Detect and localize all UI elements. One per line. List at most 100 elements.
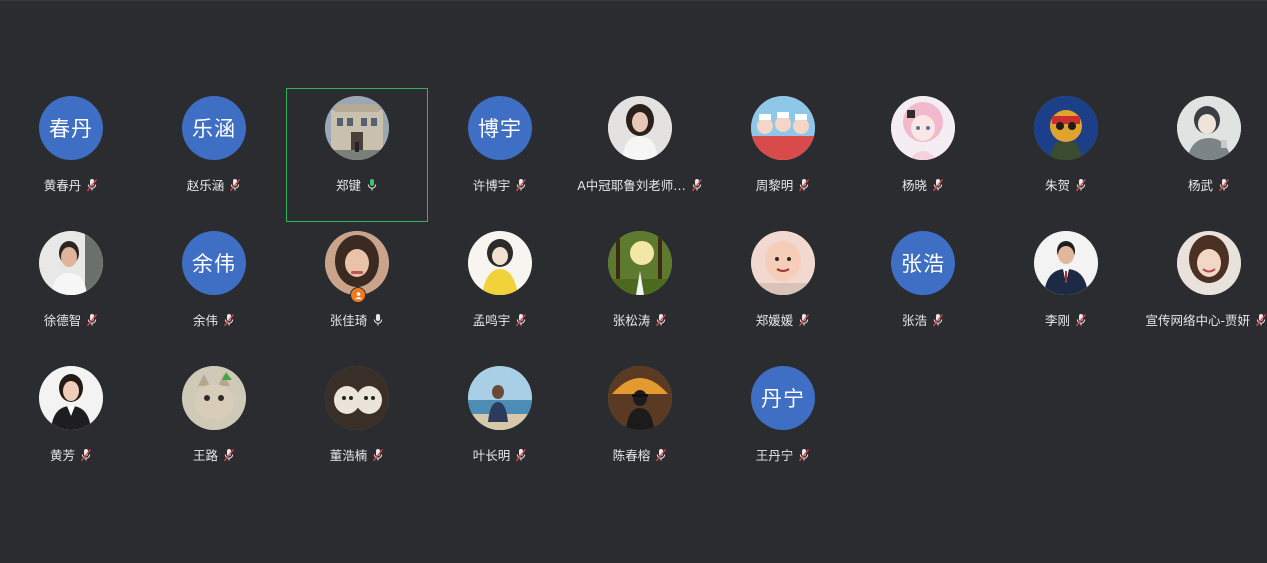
cat-photo <box>182 366 246 430</box>
participant-name: 董浩楠 <box>329 448 368 463</box>
mic-muted-icon[interactable] <box>1075 178 1087 192</box>
participant-name: 王丹宁 <box>755 448 794 463</box>
avatar <box>608 231 672 295</box>
avatar <box>608 96 672 160</box>
participant-name: 黄芳 <box>49 448 75 463</box>
anime-group-photo <box>751 96 815 160</box>
mic-muted-icon[interactable] <box>798 313 810 327</box>
grid-row-1: 春丹 黄春丹 乐涵 赵乐涵 郑键 博宇 许博宇 A中冠耶鲁刘老师… 周黎明 杨晓… <box>0 88 1267 223</box>
participant-tile[interactable]: 叶长明 <box>429 358 571 492</box>
participant-name: 徐德智 <box>43 313 82 328</box>
participant-tile[interactable]: 余伟 余伟 <box>143 223 285 357</box>
mic-muted-icon[interactable] <box>223 313 235 327</box>
participant-name: 郑媛媛 <box>755 313 794 328</box>
anime-pink-hair-photo <box>891 96 955 160</box>
mic-muted-icon[interactable] <box>1218 178 1230 192</box>
participant-name: 张佳琦 <box>329 313 368 328</box>
participant-tile[interactable]: 张松涛 <box>569 223 711 357</box>
participant-tile[interactable]: 春丹 黄春丹 <box>0 88 142 222</box>
avatar <box>891 96 955 160</box>
participant-name: A中冠耶鲁刘老师… <box>577 178 686 193</box>
participant-tile[interactable]: 王路 <box>143 358 285 492</box>
participant-name: 周黎明 <box>755 178 794 193</box>
sketch-man-photo <box>1177 96 1241 160</box>
avatar: 张浩 <box>891 231 955 295</box>
participant-name: 王路 <box>192 448 218 463</box>
mic-muted-icon[interactable] <box>1255 313 1267 327</box>
cartoon-hero-photo <box>1034 96 1098 160</box>
girl-hair-photo <box>325 231 389 295</box>
participant-name: 宣传网络中心-贾妍 <box>1145 313 1250 328</box>
avatar: 博宇 <box>468 96 532 160</box>
participant-tile[interactable]: 杨武 <box>1138 88 1267 222</box>
participant-tile[interactable]: 博宇 许博宇 <box>429 88 571 222</box>
participant-tile[interactable]: 丹宁 王丹宁 <box>712 358 854 492</box>
avatar: 春丹 <box>39 96 103 160</box>
participant-tile-speaking[interactable]: 郑键 <box>286 88 428 222</box>
man-suit-photo <box>1034 231 1098 295</box>
participant-tile[interactable]: 张佳琦 <box>286 223 428 357</box>
grid-row-3: 黄芳 王路 董浩楠 叶长明 陈春榕 丹宁 王丹宁 <box>0 358 1267 493</box>
participant-tile[interactable]: 李刚 <box>995 223 1137 357</box>
participant-tile[interactable]: 乐涵 赵乐涵 <box>143 88 285 222</box>
mic-muted-icon[interactable] <box>798 448 810 462</box>
participant-tile[interactable]: 朱贺 <box>995 88 1137 222</box>
participant-name: 张浩 <box>901 313 927 328</box>
participant-tile[interactable]: 董浩楠 <box>286 358 428 492</box>
mic-muted-icon[interactable] <box>655 448 667 462</box>
mic-muted-icon[interactable] <box>655 313 667 327</box>
avatar <box>751 96 815 160</box>
mic-muted-icon[interactable] <box>932 178 944 192</box>
forest-photo <box>608 231 672 295</box>
participant-tile[interactable]: 周黎明 <box>712 88 854 222</box>
mic-muted-icon[interactable] <box>86 178 98 192</box>
woman-portrait-photo <box>608 96 672 160</box>
participant-tile[interactable]: 孟鸣宇 <box>429 223 571 357</box>
man-white-shirt-photo <box>39 231 103 295</box>
avatar <box>325 231 389 295</box>
mic-muted-icon[interactable] <box>223 448 235 462</box>
participant-tile[interactable]: 张浩 张浩 <box>852 223 994 357</box>
mic-muted-icon[interactable] <box>80 448 92 462</box>
grid-row-2: 徐德智 余伟 余伟 张佳琦 孟鸣宇 张松涛 郑媛媛 张浩 张浩 李刚 宣传网络中… <box>0 223 1267 358</box>
participant-tile[interactable]: A中冠耶鲁刘老师… <box>569 88 711 222</box>
participant-name: 黄春丹 <box>43 178 82 193</box>
mic-muted-icon[interactable] <box>691 178 703 192</box>
participant-tile[interactable]: 陈春榕 <box>569 358 711 492</box>
avatar: 余伟 <box>182 231 246 295</box>
avatar <box>325 366 389 430</box>
participant-tile[interactable]: 徐德智 <box>0 223 142 357</box>
mic-muted-icon[interactable] <box>229 178 241 192</box>
avatar <box>39 231 103 295</box>
mic-muted-icon[interactable] <box>798 178 810 192</box>
avatar <box>468 366 532 430</box>
participant-tile[interactable]: 黄芳 <box>0 358 142 492</box>
participant-name: 杨晓 <box>901 178 927 193</box>
mic-active-icon[interactable] <box>372 313 384 327</box>
avatar: 丹宁 <box>751 366 815 430</box>
participant-tile[interactable]: 宣传网络中心-贾妍 <box>1138 223 1267 357</box>
avatar <box>751 231 815 295</box>
mic-muted-icon[interactable] <box>515 313 527 327</box>
mic-muted-icon[interactable] <box>1075 313 1087 327</box>
avatar <box>468 231 532 295</box>
avatar <box>608 366 672 430</box>
avatar <box>1177 96 1241 160</box>
mic-muted-icon[interactable] <box>932 313 944 327</box>
avatar <box>1034 231 1098 295</box>
mic-muted-icon[interactable] <box>515 448 527 462</box>
avatar <box>325 96 389 160</box>
mic-muted-icon[interactable] <box>86 313 98 327</box>
participant-name: 陈春榕 <box>612 448 651 463</box>
mic-active-icon[interactable] <box>366 178 378 192</box>
baby-photo <box>751 231 815 295</box>
participant-name: 许博宇 <box>472 178 511 193</box>
mic-muted-icon[interactable] <box>372 448 384 462</box>
participant-name: 李刚 <box>1044 313 1070 328</box>
participant-tile[interactable]: 杨晓 <box>852 88 994 222</box>
puppies-photo <box>325 366 389 430</box>
host-badge-icon <box>350 287 366 303</box>
mic-muted-icon[interactable] <box>515 178 527 192</box>
participant-tile[interactable]: 郑媛媛 <box>712 223 854 357</box>
participant-name: 赵乐涵 <box>186 178 225 193</box>
